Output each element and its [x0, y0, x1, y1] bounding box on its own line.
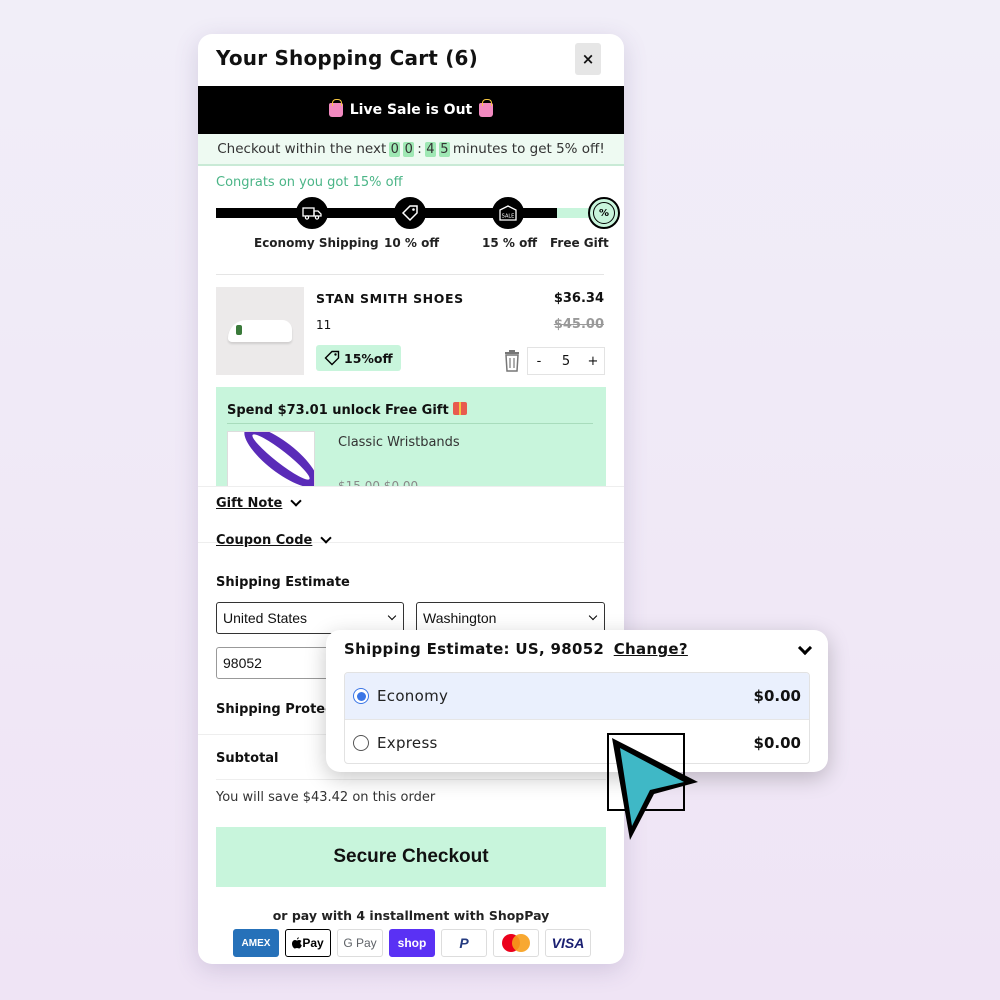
state-value: Washington — [423, 610, 497, 626]
gift-note-toggle[interactable]: Gift Note — [216, 495, 303, 511]
change-address-link[interactable]: Change? — [614, 640, 688, 658]
chevron-down-icon[interactable] — [797, 640, 813, 656]
secure-checkout-button[interactable]: Secure Checkout — [216, 827, 606, 887]
percent-icon-text: % — [593, 202, 615, 224]
google-pay-icon: G Pay — [337, 929, 383, 957]
checkout-timer: Checkout within the next 0 0:4 5 minutes… — [198, 134, 624, 166]
chevron-down-icon — [387, 611, 397, 621]
cart-title: Your Shopping Cart (6) — [216, 46, 478, 70]
gift-note-label: Gift Note — [216, 496, 283, 511]
payment-methods: AMEX Pay G Pay shop P VISA — [233, 929, 591, 957]
product-size: 11 — [316, 318, 332, 332]
sale-icon: SALE — [492, 197, 524, 229]
close-button[interactable]: × — [575, 43, 601, 75]
truck-icon — [296, 197, 328, 229]
chevron-down-icon — [290, 495, 303, 507]
timer-digit: 4 — [424, 141, 436, 157]
product-original-price: $45.00 — [553, 317, 604, 332]
timer-digit: 5 — [438, 141, 450, 157]
milestone-label: Economy Shipping — [254, 236, 379, 250]
mastercard-icon — [493, 929, 539, 957]
coupon-code-toggle[interactable]: Coupon Code — [216, 532, 333, 548]
divider — [227, 423, 593, 424]
popup-header: Shipping Estimate: US, 98052 Change? — [344, 640, 688, 658]
milestone-label: 15 % off — [482, 236, 538, 250]
apple-pay-icon: Pay — [285, 929, 331, 957]
chevron-down-icon — [588, 611, 598, 621]
tag-icon — [324, 350, 340, 366]
shipping-estimate-popup: Shipping Estimate: US, 98052 Change? Eco… — [326, 630, 828, 772]
option-price: $0.00 — [753, 733, 801, 752]
svg-text:SALE: SALE — [502, 214, 515, 220]
mastercard-circles — [502, 934, 530, 952]
milestone-label: 10 % off — [384, 236, 440, 250]
upsell-product-name[interactable]: Classic Wristbands — [338, 435, 460, 450]
shopping-bag-icon — [328, 99, 343, 117]
shipping-estimate-label: Shipping Estimate — [216, 575, 350, 590]
upsell-title-text: Spend $73.01 unlock Free Gift — [227, 403, 449, 418]
coupon-code-label: Coupon Code — [216, 533, 313, 548]
quantity-stepper: - 5 + — [527, 347, 605, 375]
sale-banner-text: Live Sale is Out — [349, 102, 473, 118]
product-price: $36.34 — [553, 291, 604, 306]
shipping-options: Economy $0.00 Express $0.00 — [344, 672, 810, 764]
amex-icon: AMEX — [233, 929, 279, 957]
timer-digit: 0 — [403, 141, 415, 157]
savings-message: You will save $43.42 on this order — [216, 790, 436, 805]
shoe-image — [228, 320, 292, 342]
discount-badge: 15%off — [316, 345, 401, 371]
shipping-option-economy[interactable]: Economy $0.00 — [345, 673, 809, 719]
visa-icon: VISA — [545, 929, 591, 957]
divider — [216, 779, 606, 780]
chevron-down-icon — [320, 532, 333, 544]
divider — [216, 274, 604, 275]
apple-pay-text: Pay — [302, 936, 324, 950]
shipping-option-express[interactable]: Express $0.00 — [345, 719, 809, 763]
percent-icon: % — [588, 197, 620, 229]
upsell-title: Spend $73.01 unlock Free Gift — [227, 402, 467, 418]
milestone-label: Free Gift — [550, 236, 609, 250]
option-name: Economy — [377, 687, 449, 705]
shipping-protection-label: Shipping Protect — [216, 702, 340, 717]
cart-header: Your Shopping Cart (6) × — [198, 34, 624, 86]
wristband-shape — [236, 432, 314, 487]
quantity-value[interactable]: 5 — [550, 354, 582, 369]
shoppay-installment-text: or pay with 4 installment with ShopPay — [272, 908, 550, 923]
timer-prefix: Checkout within the next — [217, 141, 387, 157]
divider — [198, 486, 624, 487]
shopping-cart-panel: Your Shopping Cart (6) × Live Sale is Ou… — [198, 34, 624, 964]
radio-unselected[interactable] — [353, 734, 369, 751]
apple-logo-icon — [292, 937, 303, 949]
radio-selected[interactable] — [353, 688, 369, 704]
paypal-icon: P — [441, 929, 487, 957]
timer-digit: 0 — [389, 141, 401, 157]
congrats-message: Congrats on you got 15% off — [216, 175, 403, 190]
popup-header-text: Shipping Estimate: US, 98052 — [344, 640, 605, 658]
subtotal-label: Subtotal — [216, 751, 279, 766]
product-image[interactable] — [216, 287, 304, 375]
decrease-quantity-button[interactable]: - — [528, 354, 550, 369]
trash-icon[interactable] — [502, 350, 522, 372]
increase-quantity-button[interactable]: + — [582, 354, 604, 369]
sale-banner: Live Sale is Out — [198, 86, 624, 134]
product-name[interactable]: STAN SMITH SHOES — [316, 291, 464, 306]
country-value: United States — [223, 610, 308, 626]
wristband-image[interactable] — [227, 431, 315, 487]
gift-icon — [452, 402, 467, 415]
tag-icon — [394, 197, 426, 229]
upsell-section: Spend $73.01 unlock Free Gift Classic Wr… — [216, 387, 606, 487]
discount-badge-text: 15%off — [344, 350, 393, 366]
timer-suffix: minutes to get 5% off! — [452, 141, 605, 157]
option-price: $0.00 — [753, 687, 801, 705]
shop-pay-icon: shop — [389, 929, 435, 957]
shopping-bag-icon — [479, 99, 494, 117]
zip-value: 98052 — [223, 655, 262, 671]
option-name: Express — [377, 733, 438, 752]
